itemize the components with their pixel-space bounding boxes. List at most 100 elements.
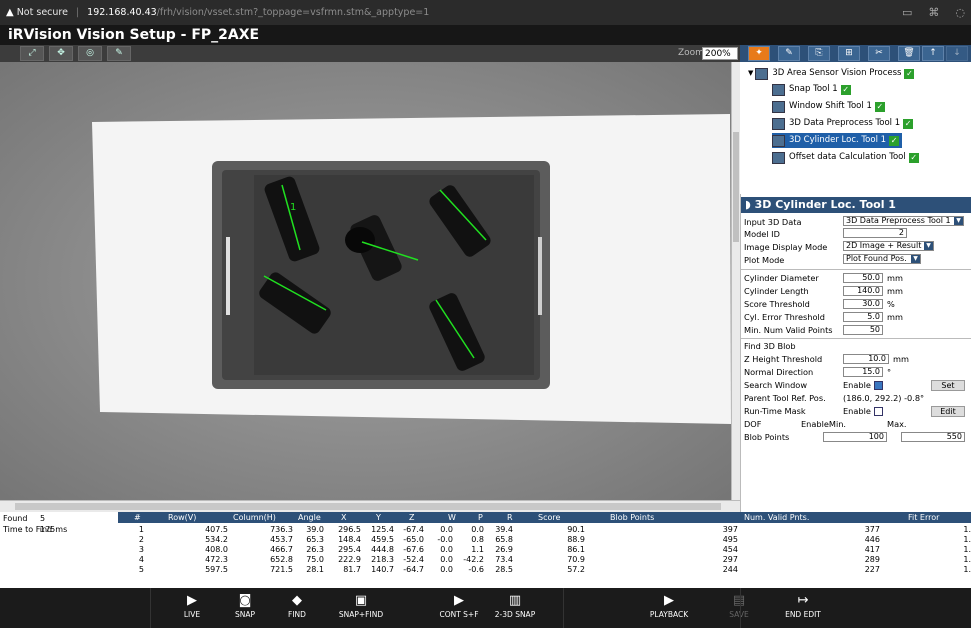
tree-item-3d-preprocess-tool[interactable]: 3D Data Preprocess Tool 1 ✓ [772, 116, 914, 131]
address-bar[interactable]: ▲ Not secure | 192.168.40.43 /frh/vision… [0, 0, 971, 25]
table-cell: -67.4 [403, 525, 424, 534]
cut-icon[interactable]: ✂ [868, 46, 890, 61]
save-button[interactable]: ▤ SAVE [704, 588, 774, 628]
table-cell: 1. [963, 545, 971, 554]
tree-root-label: 3D Area Sensor Vision Process [772, 68, 902, 78]
share-icon[interactable]: ◌ [955, 6, 965, 19]
add-tool-icon[interactable]: ✦ [748, 46, 770, 61]
delete-icon[interactable]: 🗑 [898, 46, 920, 61]
table-cell: -52.4 [403, 555, 424, 564]
cyl-error-field[interactable]: 5.0 [843, 312, 883, 322]
pen-icon[interactable]: ✎ [107, 46, 131, 61]
cyl-diameter-field[interactable]: 50.0 [843, 273, 883, 283]
table-row[interactable]: 4 472.3 652.8 75.0 222.9 218.3 -52.4 0.0 -42.2 73… [118, 555, 971, 565]
cyl-error-label: Cyl. Error Threshold [744, 312, 825, 322]
image-vertical-scrollbar[interactable] [731, 62, 740, 500]
table-row[interactable]: 5 597.5 721.5 28.1 81.7 140.7 -64.7 0.0 -0.6 28.5… [118, 565, 971, 575]
table-cell: 73.4 [495, 555, 513, 564]
tree-item-snap-tool[interactable]: Snap Tool 1 ✓ [772, 82, 851, 97]
tree-item-3d-cylinder-tool[interactable]: 3D Cylinder Loc. Tool 1 ✓ [772, 133, 903, 148]
input-3d-data-label: Input 3D Data [744, 217, 802, 227]
zoom-select[interactable]: 200% ▾ [702, 47, 738, 71]
table-cell: 652.8 [270, 555, 293, 564]
table-cell: 1. [963, 565, 971, 574]
tree-toolbar: ✦ ✎ ⎘ ⊞ ✂ 🗑 ↑ ↓ [740, 45, 971, 62]
model-id-field[interactable]: 2 [843, 228, 907, 238]
offset-tool-icon [772, 151, 785, 164]
tree-item-label: 3D Data Preprocess Tool 1 [789, 118, 901, 128]
normal-direction-field[interactable]: 15.0 [843, 367, 883, 377]
table-cell: 39.4 [495, 525, 513, 534]
window-shift-icon [772, 100, 785, 113]
enable-label: Enable [843, 406, 871, 416]
edit-icon[interactable]: ✎ [778, 46, 800, 61]
time-value: 175ms [40, 525, 68, 534]
image-horizontal-scrollbar[interactable] [0, 500, 740, 512]
max-label: Max. [887, 419, 907, 429]
snap-tool-icon [772, 83, 785, 96]
expand-icon[interactable]: ▼ [748, 66, 753, 81]
blob-points-max-field[interactable]: 550 [901, 432, 965, 442]
2-3d-snap-button[interactable]: ▥ 2-3D SNAP [480, 588, 550, 628]
table-row[interactable]: 2 534.2 453.7 65.3 148.4 459.5 -65.0 -0.0 0.8 65.… [118, 535, 971, 545]
table-cell: 397 [722, 525, 738, 534]
z-height-field[interactable]: 10.0 [843, 354, 889, 364]
move-icon[interactable]: ✥ [49, 46, 73, 61]
playback-button[interactable]: ▶ PLAYBACK [634, 588, 704, 628]
column-header: Z [409, 513, 415, 522]
camera-icon[interactable]: ◎ [78, 46, 102, 61]
results-panel: Found 5 Time to Find 175ms # Row(V) Column… [0, 512, 971, 588]
table-cell: 444.8 [371, 545, 394, 554]
check-icon: ✓ [904, 68, 915, 79]
unit-label: ° [887, 367, 892, 377]
tree-item-window-shift-tool[interactable]: Window Shift Tool 1 ✓ [772, 99, 885, 114]
not-secure-label: Not secure [16, 7, 68, 18]
image-display-mode-select[interactable]: 2D Image + Result ▼ [843, 241, 934, 251]
dof-label: DOF [744, 419, 762, 429]
table-cell: 459.5 [371, 535, 394, 544]
plot-mode-select[interactable]: Plot Found Pos. ▼ [843, 254, 921, 264]
tree-item-offset-tool[interactable]: Offset data Calculation Tool ✓ [772, 150, 919, 165]
table-cell: 446 [864, 535, 880, 544]
reader-mode-icon[interactable]: ▭ [902, 6, 912, 19]
tool-settings-panel: ◗ 3D Cylinder Loc. Tool 1 Input 3D Data … [740, 194, 971, 512]
input-3d-data-select[interactable]: 3D Data Preprocess Tool 1 ▼ [843, 216, 964, 226]
table-cell: 26.9 [495, 545, 513, 554]
min-valid-points-field[interactable]: 50 [843, 325, 883, 335]
move-down-icon[interactable]: ↓ [946, 46, 968, 61]
set-button[interactable]: Set [931, 380, 965, 391]
cyl-diameter-label: Cylinder Diameter [744, 273, 819, 283]
table-cell: 28.5 [495, 565, 513, 574]
rename-icon[interactable]: ⊞ [838, 46, 860, 61]
runtime-mask-checkbox[interactable] [874, 406, 883, 417]
table-cell: -0.0 [437, 535, 453, 544]
table-cell: -65.0 [403, 535, 424, 544]
cyl-length-field[interactable]: 140.0 [843, 286, 883, 296]
blob-points-min-field[interactable]: 100 [823, 432, 887, 442]
plot-mode-label: Plot Mode [744, 255, 785, 265]
fit-icon[interactable]: ⤢ [20, 46, 44, 61]
separator [740, 588, 741, 628]
score-threshold-field[interactable]: 30.0 [843, 299, 883, 309]
panel-title-text: 3D Cylinder Loc. Tool 1 [754, 198, 896, 211]
search-window-checkbox[interactable] [874, 380, 883, 391]
find-button[interactable]: ◆ FIND [262, 588, 332, 628]
table-cell: 534.2 [205, 535, 228, 544]
found-value: 5 [40, 514, 46, 523]
move-up-icon[interactable]: ↑ [922, 46, 944, 61]
copy-icon[interactable]: ⎘ [808, 46, 830, 61]
table-cell: -64.7 [403, 565, 424, 574]
tree-root[interactable]: ▼ 3D Area Sensor Vision Process ✓ [748, 66, 915, 81]
table-cell: 222.9 [338, 555, 361, 564]
edit-mask-button[interactable]: Edit [931, 406, 965, 417]
table-cell: 2 [138, 535, 144, 544]
end-edit-button[interactable]: ↦ END EDIT [768, 588, 838, 628]
snap-find-button[interactable]: ▣ SNAP+FIND [326, 588, 396, 628]
table-cell: 407.5 [205, 525, 228, 534]
extension-icon[interactable]: ⌘ [928, 6, 939, 19]
table-row[interactable]: 1 407.5 736.3 39.0 296.5 125.4 -67.4 0.0 0.0 39.4… [118, 525, 971, 535]
zoom-value: 200% [705, 49, 731, 59]
table-cell: 90.1 [567, 525, 585, 534]
table-row[interactable]: 3 408.0 466.7 26.3 295.4 444.8 -67.6 0.0 1.1 26.9… [118, 545, 971, 555]
camera-image-view[interactable]: 1 [0, 62, 731, 500]
